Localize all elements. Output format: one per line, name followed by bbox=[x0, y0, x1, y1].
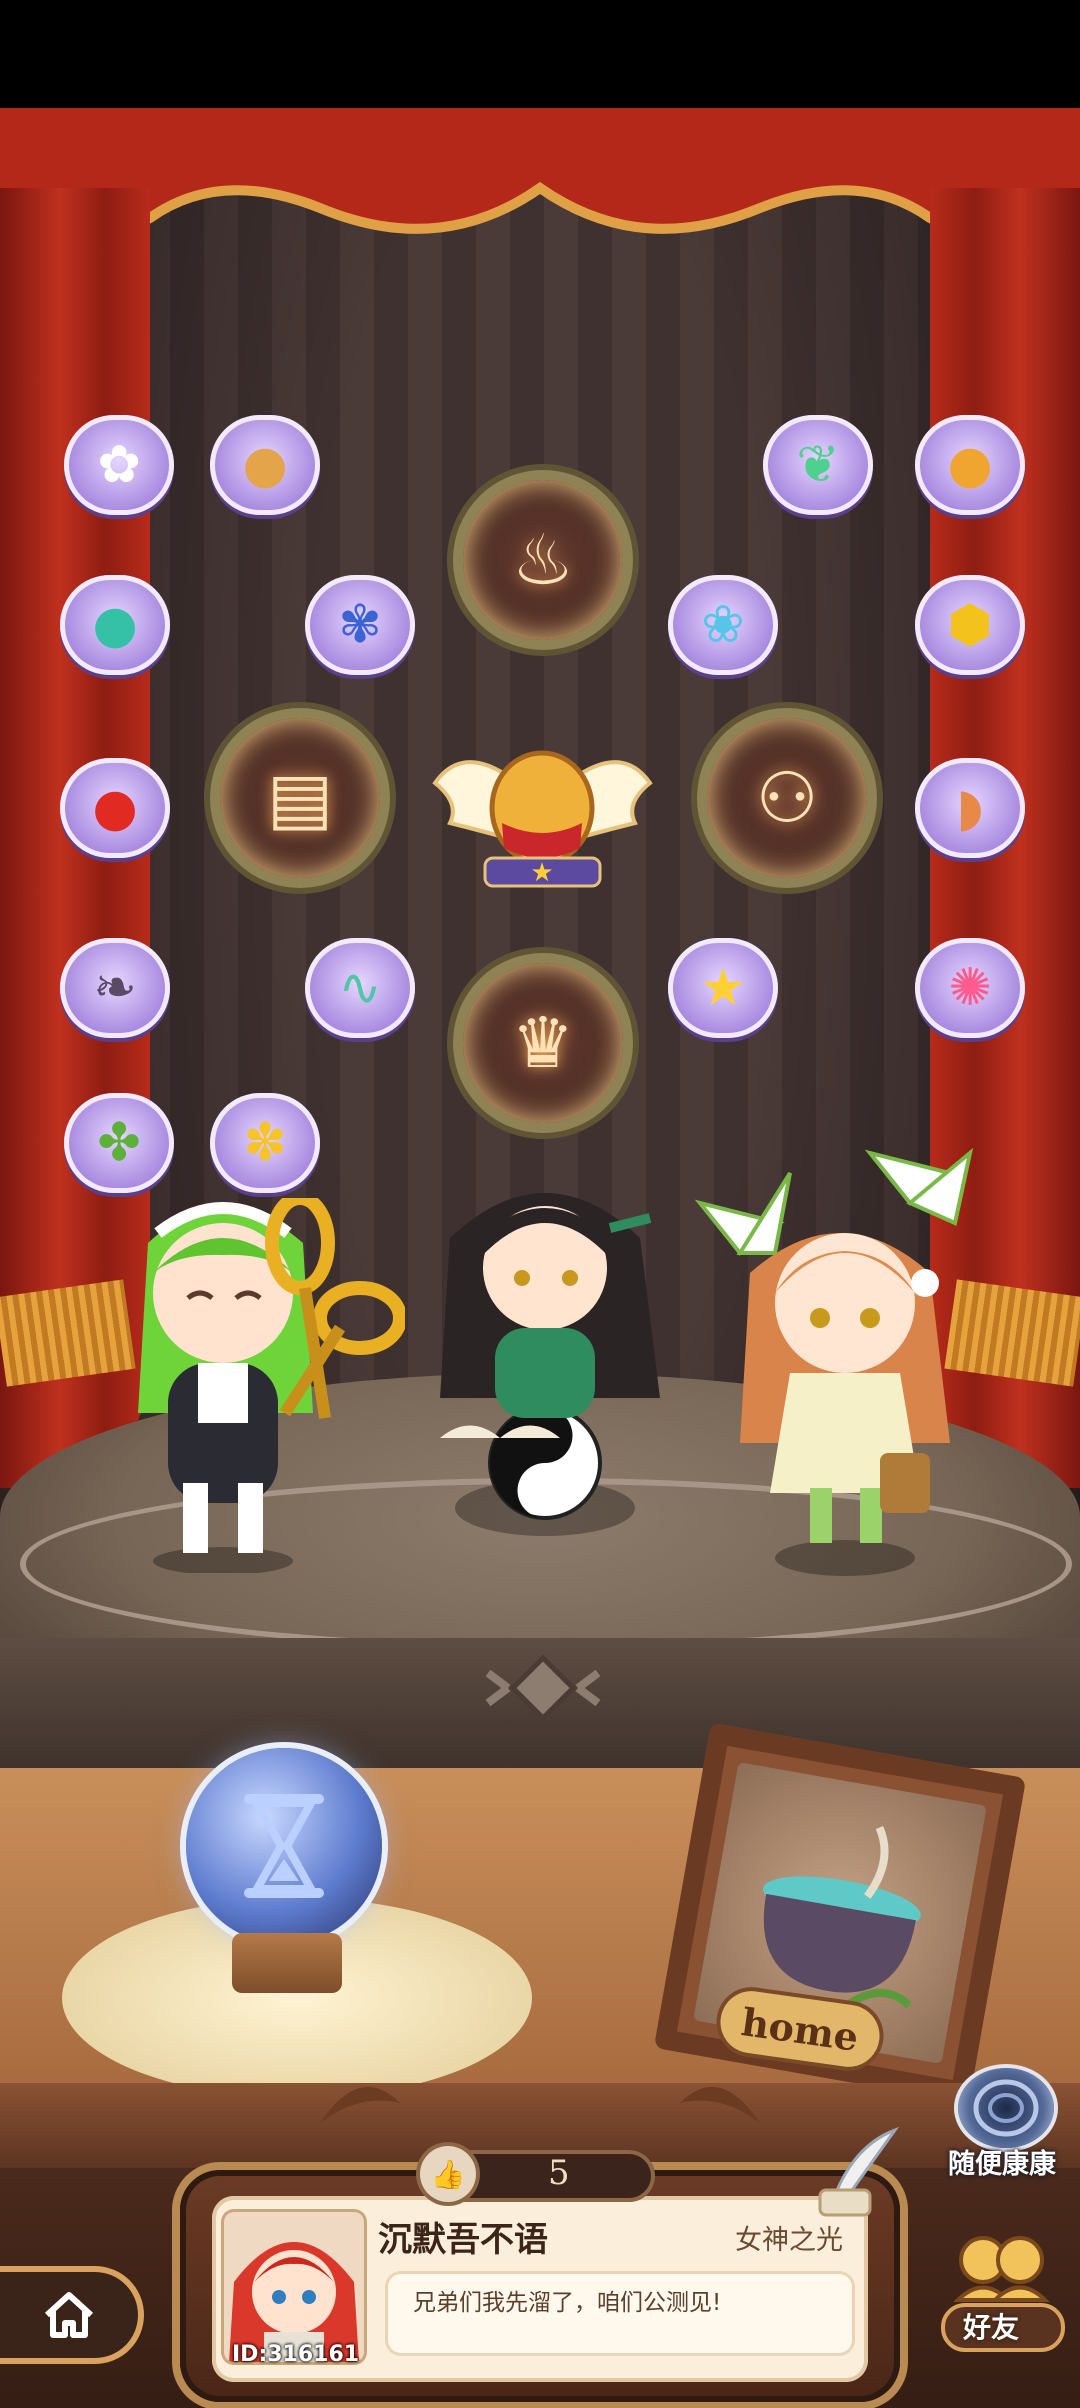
daisy-flower-icon: ✿ bbox=[97, 435, 141, 495]
collection-item[interactable]: ✽ bbox=[210, 1093, 320, 1193]
dark-leaves-icon: ❧ bbox=[93, 958, 137, 1018]
home-button[interactable] bbox=[0, 2272, 138, 2358]
player-message: 兄弟们我先溜了，咱们公测见! bbox=[413, 2290, 722, 2316]
pinwheel-flower-icon: ✾ bbox=[338, 595, 382, 655]
seashell-icon: ◗ bbox=[956, 778, 984, 838]
flower-girl-character[interactable] bbox=[680, 1133, 1000, 1593]
collection-item[interactable]: ★ bbox=[668, 938, 778, 1038]
emblem-slot[interactable]: ♨ bbox=[463, 480, 623, 640]
platform-ornament-icon bbox=[485, 1654, 601, 1722]
coral-icon: ✺ bbox=[948, 958, 992, 1018]
player-id: ID:316161 bbox=[232, 2342, 360, 2367]
random-visit-button[interactable] bbox=[958, 2068, 1054, 2148]
crystal-ball-stand bbox=[232, 1933, 342, 1993]
player-name: 沉默吾不语 bbox=[378, 2220, 548, 2260]
emblem-slot[interactable]: ▤ bbox=[220, 718, 380, 878]
collection-item[interactable]: ✤ bbox=[64, 1093, 174, 1193]
emblem-slot[interactable]: ♛ bbox=[463, 963, 623, 1123]
collection-item[interactable]: ● bbox=[915, 415, 1025, 515]
svg-text:★: ★ bbox=[530, 858, 553, 888]
table-carving bbox=[320, 2087, 760, 2123]
friends-label[interactable]: 好友 bbox=[963, 2306, 1019, 2346]
curtain-fringe-left bbox=[0, 1279, 136, 1387]
collection-item[interactable]: ◗ bbox=[915, 758, 1025, 858]
collection-item[interactable]: ● bbox=[210, 415, 320, 515]
book-emblem-icon: ▤ bbox=[266, 757, 334, 839]
collection-item[interactable]: ✺ bbox=[915, 938, 1025, 1038]
herb-icon: ✤ bbox=[97, 1113, 141, 1173]
quill-pen-icon[interactable] bbox=[815, 2125, 905, 2220]
collection-item[interactable]: ● bbox=[60, 575, 170, 675]
walnut-icon: ● bbox=[242, 435, 288, 495]
leaf-icon: ❦ bbox=[796, 435, 840, 495]
winged-trophy-icon[interactable]: ★ bbox=[430, 713, 655, 913]
avatar-portrait-icon bbox=[229, 2242, 359, 2362]
collection-item[interactable]: ∿ bbox=[305, 938, 415, 1038]
collection-item[interactable]: ✾ bbox=[305, 575, 415, 675]
like-button[interactable]: 👍 bbox=[420, 2146, 476, 2202]
butterfly-icon: ❀ bbox=[701, 595, 745, 655]
player-avatar[interactable] bbox=[224, 2212, 364, 2362]
crystal-ball-button[interactable] bbox=[186, 1748, 382, 1944]
green-fruit-icon: ● bbox=[92, 595, 138, 655]
random-visit-label[interactable]: 随便康康 bbox=[948, 2142, 1056, 2181]
collection-item[interactable]: ❀ bbox=[668, 575, 778, 675]
collection-item[interactable]: ✿ bbox=[64, 415, 174, 515]
player-title: 女神之光 bbox=[735, 2225, 843, 2256]
like-count: 5 bbox=[548, 2153, 570, 2193]
theater-stage: ✿ ● ❦ ● ● ✾ ❀ ⬢ ● ◗ ❧ ∿ ★ ✺ ✤ ✽ ♨ ▤ ⚇ ♛ … bbox=[0, 108, 1080, 2408]
fruit-icon: ● bbox=[947, 435, 993, 495]
home-icon bbox=[44, 2292, 94, 2338]
honeycomb-icon: ⬢ bbox=[947, 595, 993, 655]
collection-item[interactable]: ❧ bbox=[60, 938, 170, 1038]
curtain-valance bbox=[0, 108, 1080, 239]
feather-icon: ∿ bbox=[338, 958, 382, 1018]
status-bar bbox=[0, 0, 1080, 108]
cauldron-emblem-icon: ♨ bbox=[511, 519, 575, 601]
collection-item[interactable]: ⬢ bbox=[915, 575, 1025, 675]
dancers-emblem-icon: ⚇ bbox=[755, 757, 819, 839]
trophy-emblem-icon: ♛ bbox=[511, 1002, 575, 1084]
collection-item[interactable]: ❦ bbox=[763, 415, 873, 515]
collection-item[interactable]: ● bbox=[60, 758, 170, 858]
golden-scissors-icon bbox=[265, 1198, 405, 1419]
star-icon: ★ bbox=[699, 958, 747, 1018]
monk-character[interactable] bbox=[410, 1168, 700, 1548]
yellow-flower-icon: ✽ bbox=[243, 1113, 287, 1173]
emblem-slot[interactable]: ⚇ bbox=[707, 718, 867, 878]
tomato-icon: ● bbox=[92, 778, 138, 838]
hourglass-icon bbox=[244, 1794, 324, 1898]
thumbs-up-icon: 👍 bbox=[430, 2157, 466, 2191]
portal-icon bbox=[973, 2079, 1039, 2137]
